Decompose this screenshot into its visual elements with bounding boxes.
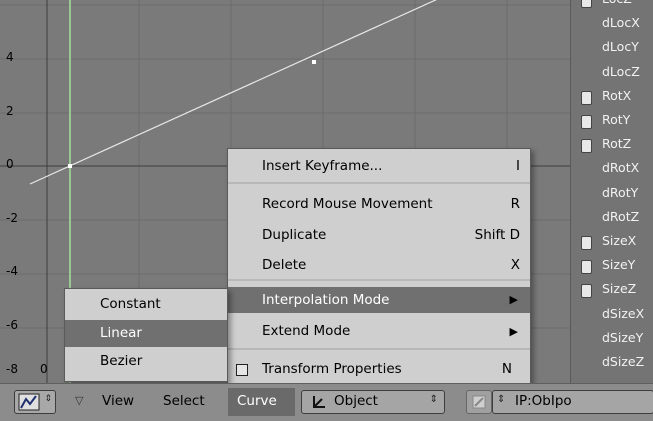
channel-item[interactable]: SizeX <box>602 233 636 248</box>
ipo-browse-button[interactable] <box>466 390 492 414</box>
x-tick-label: 0 <box>40 362 48 376</box>
channel-item[interactable]: SizeZ <box>602 281 636 296</box>
ipo-type-label: Object <box>334 393 378 409</box>
channel-item[interactable]: dLocZ <box>602 64 640 79</box>
y-tick-label: -4 <box>6 264 18 278</box>
curve-menu: Insert Keyframe... I Record Mouse Moveme… <box>227 148 531 388</box>
channel-item[interactable]: RotX <box>602 88 631 103</box>
channel-item[interactable]: RotY <box>602 112 630 127</box>
updown-icon: ⇕ <box>429 394 438 405</box>
ipo-browse-icon <box>472 395 486 409</box>
shortcut-label: Shift D <box>474 227 520 243</box>
submenu-arrow-icon: ▶ <box>509 293 518 306</box>
view-menu[interactable]: View <box>102 393 134 409</box>
ipo-header-bar: ⇕ ▽ View Select Curve Object ⇕ ⇕ IP:ObIp… <box>0 383 653 421</box>
channel-checkbox[interactable] <box>581 0 592 8</box>
menu-item-linear[interactable]: Linear <box>65 320 227 347</box>
channel-checkbox[interactable] <box>581 90 592 105</box>
channel-item[interactable]: dLocX <box>602 15 640 30</box>
ipo-editor-icon <box>18 393 40 411</box>
channel-checkbox[interactable] <box>581 236 592 250</box>
shortcut-label: I <box>516 158 520 174</box>
collapse-triangle-icon[interactable]: ▽ <box>75 394 83 407</box>
select-menu[interactable]: Select <box>163 393 205 409</box>
channel-item[interactable]: dSizeY <box>602 330 643 345</box>
submenu-arrow-icon: ▶ <box>509 325 518 338</box>
shortcut-label: N <box>501 361 512 377</box>
channel-checkbox[interactable] <box>581 284 592 299</box>
menu-item-constant[interactable]: Constant <box>100 296 161 312</box>
curve-menu-label: Curve <box>237 393 277 409</box>
editor-type-button[interactable]: ⇕ <box>14 390 56 414</box>
channel-item[interactable]: dRotY <box>602 185 638 200</box>
channel-item[interactable]: dSizeX <box>602 306 644 321</box>
ipo-name-field[interactable]: ⇕ IP:ObIpo <box>492 390 653 414</box>
menu-item-label: Linear <box>100 325 142 341</box>
channel-item[interactable]: dSizeZ <box>602 354 644 369</box>
channel-item[interactable]: dRotZ <box>602 209 639 224</box>
keyframe-point <box>312 60 316 64</box>
channel-item[interactable]: SizeY <box>602 257 635 272</box>
shortcut-label: X <box>510 257 520 273</box>
keyframe-point <box>68 164 72 168</box>
y-tick-label: 2 <box>6 104 14 118</box>
menu-item-extend-mode[interactable]: Extend Mode <box>262 323 350 339</box>
ipo-name-label: IP:ObIpo <box>515 393 572 409</box>
updown-icon: ⇕ <box>497 394 506 405</box>
checkbox-icon[interactable] <box>236 364 248 376</box>
menu-item-label: Interpolation Mode <box>262 292 390 308</box>
channel-item[interactable]: LocZ <box>602 0 632 6</box>
interpolation-submenu: Constant Linear Bezier <box>64 288 228 382</box>
menu-separator <box>228 182 530 184</box>
y-tick-label: -6 <box>6 318 18 332</box>
y-tick-label: 0 <box>6 157 14 171</box>
channel-checkbox[interactable] <box>581 260 592 275</box>
shortcut-label: R <box>510 196 520 212</box>
channel-item[interactable]: dLocY <box>602 39 639 54</box>
channel-item[interactable]: RotZ <box>602 136 631 151</box>
menu-separator <box>228 348 530 350</box>
object-axis-icon <box>313 396 325 408</box>
menu-separator <box>228 279 530 281</box>
y-tick-label: -8 <box>6 362 18 376</box>
y-tick-label: 4 <box>6 50 14 64</box>
menu-item-insert-keyframe[interactable]: Insert Keyframe... <box>262 158 382 174</box>
y-tick-label: -2 <box>6 211 18 225</box>
channel-checkbox[interactable] <box>581 139 592 154</box>
channel-checkbox[interactable] <box>581 115 592 129</box>
channel-item[interactable]: dRotX <box>602 160 639 175</box>
menu-item-transform-properties[interactable]: Transform Properties <box>262 361 402 377</box>
menu-item-interpolation-mode[interactable]: Interpolation Mode ▶ <box>228 287 530 313</box>
menu-item-duplicate[interactable]: Duplicate <box>262 227 326 243</box>
curve-menu-button[interactable]: Curve <box>228 388 295 416</box>
updown-icon: ⇕ <box>44 394 52 404</box>
channel-list[interactable]: LocZ dLocX dLocY dLocZ RotX RotY RotZ dRotX dRot… <box>570 0 653 383</box>
ipo-type-dropdown[interactable]: Object ⇕ <box>301 390 445 414</box>
menu-item-bezier[interactable]: Bezier <box>100 353 142 369</box>
menu-item-record-mouse[interactable]: Record Mouse Movement <box>262 196 433 212</box>
menu-item-delete[interactable]: Delete <box>262 257 306 273</box>
